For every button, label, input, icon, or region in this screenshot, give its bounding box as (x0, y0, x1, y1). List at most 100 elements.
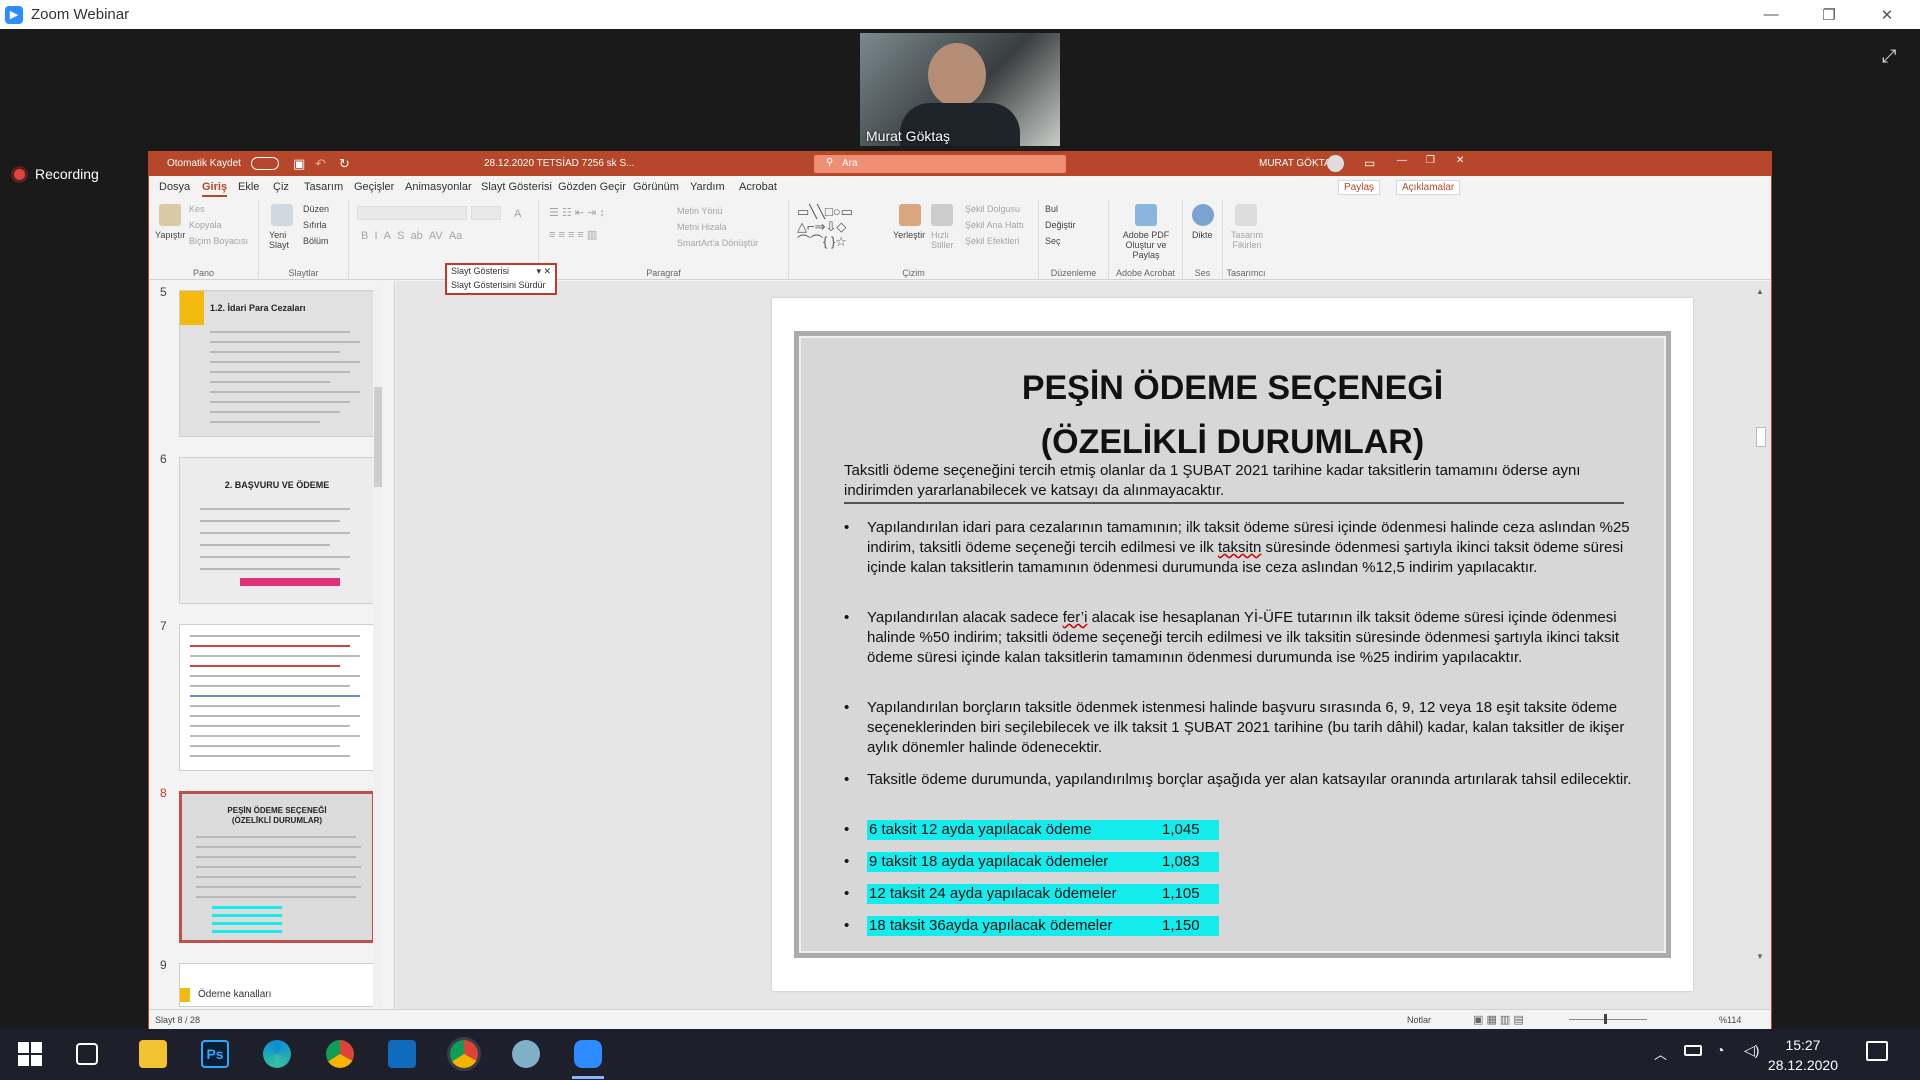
replace-button[interactable]: Değiştir (1045, 220, 1076, 230)
popup-slideshow-item[interactable]: Slayt Gösterisi ▾ ✕ (447, 265, 555, 279)
tab-animasyonlar[interactable]: Animasyonlar (405, 181, 472, 193)
slide-thumbnail-7[interactable] (179, 624, 375, 771)
battery-icon[interactable] (1684, 1045, 1702, 1056)
design-ideas-icon[interactable] (1235, 204, 1257, 226)
copy-button[interactable]: Kopyala (189, 220, 222, 230)
arrange-icon[interactable] (899, 204, 921, 226)
dictate-button[interactable]: Dikte (1192, 230, 1213, 240)
start-icon[interactable] (18, 1042, 42, 1066)
clear-format-icon[interactable]: A (514, 208, 521, 220)
zoom-slider[interactable] (1569, 1019, 1647, 1020)
font-name-box[interactable] (357, 206, 467, 220)
select-button[interactable]: Seç (1045, 236, 1061, 246)
tab-ciz[interactable]: Çiz (273, 181, 289, 193)
file-explorer-icon[interactable] (139, 1040, 167, 1068)
text-direction-button[interactable]: Metin Yönü (677, 206, 722, 216)
quick-styles-button[interactable]: Hızlı Stiller (931, 230, 957, 250)
slide-bullet-2[interactable]: • Yapılandırılan alacak sadece fer’i alac… (844, 608, 1644, 668)
microphone-icon[interactable] (1192, 204, 1214, 226)
coefficient-row[interactable]: • 6 taksit 12 ayda yapılacak ödeme 1,045 (844, 820, 1244, 840)
thumbnail-scrollbar[interactable] (373, 287, 383, 1007)
expand-icon[interactable]: ⤢ (1882, 46, 1896, 67)
user-avatar[interactable] (1327, 155, 1344, 172)
shape-fill-button[interactable]: Şekil Dolgusu (965, 204, 1020, 214)
paste-icon[interactable] (159, 204, 181, 226)
save-icon[interactable]: ▣ (293, 156, 305, 172)
arrange-button[interactable]: Yerleştir (893, 230, 925, 240)
close-button[interactable]: ✕ (1864, 0, 1910, 29)
tab-giris[interactable]: Giriş (202, 181, 228, 197)
tab-dosya[interactable]: Dosya (159, 181, 190, 193)
align-text-button[interactable]: Metni Hizala (677, 222, 727, 232)
tab-tasarim[interactable]: Tasarım (304, 181, 343, 193)
paste-button[interactable]: Yapıştır (155, 230, 185, 240)
minimize-button[interactable]: — (1748, 0, 1794, 29)
slide-bullet-4[interactable]: • Taksitle ödeme durumunda, yapılandırılm… (844, 770, 1644, 790)
volume-icon[interactable]: ◁) (1744, 1042, 1759, 1059)
slide-title[interactable]: PEŞİN ÖDEME SEÇENEGİ (ÖZELİKLİ DURUMLAR) (799, 361, 1666, 469)
bullets-icon[interactable]: ☰ ☷ ⇤ ⇥ ↕ (549, 206, 605, 219)
notifications-icon[interactable] (1866, 1041, 1888, 1061)
autosave-toggle[interactable] (251, 157, 279, 170)
slide-intro-text[interactable]: Taksitli ödeme seçeneğini tercih etmiş o… (844, 461, 1644, 501)
adobe-pdf-icon[interactable] (1135, 204, 1157, 226)
search-input[interactable]: ⚲ Ara (814, 155, 1066, 173)
tray-chevron-icon[interactable]: ︿ (1654, 1044, 1667, 1063)
outlook-icon[interactable] (388, 1040, 416, 1068)
slide-canvas[interactable]: PEŞİN ÖDEME SEÇENEGİ (ÖZELİKLİ DURUMLAR)… (772, 298, 1693, 991)
shape-outline-button[interactable]: Şekil Ana Hattı (965, 220, 1024, 230)
slide-bullet-3[interactable]: • Yapılandırılan borçların taksitle ödenm… (844, 698, 1644, 758)
slide-thumbnail-9[interactable]: Ödeme kanalları (179, 963, 375, 1007)
shapes-gallery-icon[interactable]: ▭╲╲□○▭ △⌐⇒⇩◇ ⌒⌒{ }☆ (797, 204, 853, 249)
tab-acrobat[interactable]: Acrobat (739, 181, 777, 193)
ppt-minimize-button[interactable]: — (1397, 155, 1407, 166)
comments-button[interactable]: Açıklamalar (1396, 180, 1461, 195)
coefficient-row[interactable]: • 12 taksit 24 ayda yapılacak ödemeler 1,… (844, 884, 1244, 904)
ribbon-display-icon[interactable]: ▭ (1364, 156, 1375, 170)
share-button[interactable]: Paylaş (1338, 180, 1381, 195)
smartart-button[interactable]: SmartArt'a Dönüştür (677, 238, 758, 248)
system-clock[interactable]: 15:27 28.12.2020 (1768, 1035, 1838, 1075)
ppt-restore-button[interactable]: ❐ (1426, 155, 1435, 166)
tab-slayt-gosterisi[interactable]: Slayt Gösterisi (481, 181, 552, 193)
slide-vertical-scrollbar[interactable]: ▲ ▼ (1755, 287, 1767, 1002)
reset-button[interactable]: Sıfırla (303, 220, 327, 230)
thumbnail-scroll-thumb[interactable] (374, 387, 382, 487)
participant-video[interactable]: Murat Göktaş (860, 33, 1060, 146)
layout-button[interactable]: Düzen (303, 204, 329, 214)
section-button[interactable]: Bölüm (303, 236, 329, 246)
cut-button[interactable]: Kes (189, 204, 205, 214)
coefficient-row[interactable]: • 18 taksit 36ayda yapılacak ödemeler 1,1… (844, 916, 1244, 936)
task-view-icon[interactable] (76, 1043, 98, 1065)
chrome-icon[interactable] (326, 1040, 354, 1068)
restore-button[interactable]: ❐ (1806, 0, 1852, 29)
slide-bullet-1[interactable]: • Yapılandırılan idari para cezalarının t… (844, 518, 1644, 578)
paint-icon[interactable] (512, 1040, 540, 1068)
shape-effects-button[interactable]: Şekil Efektleri (965, 236, 1020, 246)
chrome-profile-icon[interactable] (450, 1040, 478, 1068)
zoom-slider-thumb[interactable] (1604, 1014, 1607, 1024)
scroll-up-icon[interactable]: ▲ (1756, 287, 1764, 296)
zoom-taskbar-icon[interactable] (574, 1040, 602, 1068)
ppt-close-button[interactable]: ✕ (1456, 155, 1464, 166)
find-button[interactable]: Bul (1045, 204, 1058, 214)
new-slide-icon[interactable] (271, 204, 293, 226)
slide-thumbnail-5[interactable]: 1.2. İdari Para Cezaları (179, 290, 375, 437)
quick-styles-icon[interactable] (931, 204, 953, 226)
slide-thumbnail-8-selected[interactable]: PEŞİN ÖDEME SEÇENEĞİ (ÖZELİKLİ DURUMLAR) (179, 791, 375, 943)
slide-thumbnail-6[interactable]: 2. BAŞVURU VE ÖDEME (179, 457, 375, 604)
undo-icon[interactable]: ↶ (315, 156, 326, 172)
tab-gorunum[interactable]: Görünüm (633, 181, 679, 193)
view-buttons-icon[interactable]: ▣ ▦ ▥ ▤ (1473, 1013, 1524, 1026)
edge-icon[interactable] (263, 1040, 291, 1068)
wifi-icon[interactable]: ◔ (1716, 1042, 1724, 1058)
tab-yardim[interactable]: Yardım (690, 181, 725, 193)
coefficient-row[interactable]: • 9 taksit 18 ayda yapılacak ödemeler 1,0… (844, 852, 1244, 872)
recording-indicator[interactable]: Recording (14, 166, 99, 182)
font-size-box[interactable] (471, 206, 501, 220)
photoshop-icon[interactable]: Ps (201, 1040, 229, 1068)
bold-icon[interactable]: B I A S ab AV Aa (361, 230, 462, 242)
notes-button[interactable]: Notlar (1407, 1015, 1431, 1025)
design-ideas-button[interactable]: Tasarım Fikirleri (1227, 230, 1267, 250)
align-icon[interactable]: ≡ ≡ ≡ ≡ ▥ (549, 228, 597, 241)
